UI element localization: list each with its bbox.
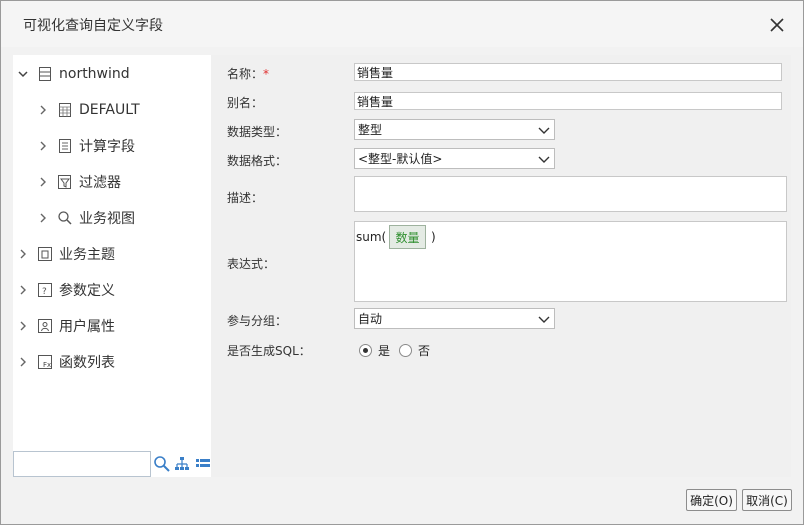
tree-view-icon[interactable] — [174, 456, 190, 472]
param-icon: ? — [37, 282, 53, 298]
chevron-right-icon[interactable] — [37, 176, 49, 188]
user-attr-icon — [37, 318, 53, 334]
required-marker: * — [263, 67, 270, 81]
chevron-right-icon[interactable] — [37, 104, 49, 116]
close-icon — [770, 18, 784, 32]
alias-label: 别名： — [227, 96, 264, 110]
tree-node-label: 参数定义 — [59, 283, 115, 299]
chevron-down-icon[interactable] — [17, 68, 29, 80]
cancel-button[interactable]: 取消(C) — [742, 489, 792, 511]
radio-unchecked-icon — [399, 344, 412, 357]
dialog: 可视化查询自定义字段 northwind DEFAULT 计算字段 过滤器 业务… — [0, 0, 804, 525]
ok-button[interactable]: 确定(O) — [686, 489, 737, 511]
expression-function: sum( — [356, 230, 387, 244]
sql-no-label: 否 — [418, 344, 431, 358]
dialog-body: northwind DEFAULT 计算字段 过滤器 业务视图 业务主题 ? 参… — [13, 55, 791, 477]
data-type-value: 整型 — [358, 123, 383, 137]
tree-node-business-topics[interactable]: 业务主题 — [17, 242, 115, 266]
function-icon: Fx — [37, 354, 53, 370]
data-type-label: 数据类型： — [227, 125, 288, 139]
data-format-value: <整型-默认值> — [358, 152, 443, 166]
tree-search-input[interactable] — [13, 451, 151, 477]
sql-yes-radio[interactable]: 是 — [359, 342, 390, 359]
dialog-title: 可视化查询自定义字段 — [23, 18, 163, 34]
topic-icon — [37, 246, 53, 262]
data-format-select[interactable]: <整型-默认值> — [354, 148, 555, 169]
tree-node-user-attributes[interactable]: 用户属性 — [17, 314, 115, 338]
tree-node-label: 过滤器 — [79, 175, 121, 191]
chevron-right-icon[interactable] — [17, 248, 29, 260]
group-label: 参与分组： — [227, 314, 288, 328]
search-icon — [57, 210, 73, 226]
filter-icon — [57, 174, 73, 190]
chevron-down-icon — [538, 316, 550, 323]
field-form: 名称：* 别名： 数据类型： 整型 数据格式： <整型-默认值> 描述： 表达式… — [213, 55, 791, 477]
expression-close-paren: ) — [431, 230, 436, 244]
name-label: 名称：* — [227, 67, 270, 81]
expression-editor[interactable]: sum( 数量 ) — [354, 221, 787, 302]
data-type-select[interactable]: 整型 — [354, 119, 555, 140]
tree-node-label: 业务主题 — [59, 247, 115, 263]
name-input[interactable] — [354, 63, 782, 81]
search-icon[interactable] — [153, 455, 171, 473]
tree-node-label: 业务视图 — [79, 211, 135, 227]
chevron-down-icon — [538, 127, 550, 134]
tree-node-filters[interactable]: 过滤器 — [37, 170, 121, 194]
tree-node-label: DEFAULT — [79, 102, 140, 118]
close-button[interactable] — [765, 13, 789, 37]
description-label: 描述： — [227, 191, 264, 205]
expression-field-token[interactable]: 数量 — [389, 225, 426, 249]
chevron-right-icon[interactable] — [17, 356, 29, 368]
table-icon — [57, 102, 73, 118]
sql-no-radio[interactable]: 否 — [399, 342, 430, 359]
tree-node-calc-fields[interactable]: 计算字段 — [37, 134, 135, 158]
data-format-label: 数据格式： — [227, 154, 288, 168]
expression-label: 表达式： — [227, 257, 276, 271]
svg-text:Fx: Fx — [43, 361, 51, 369]
svg-text:?: ? — [42, 287, 47, 297]
tree-node-parameters[interactable]: ? 参数定义 — [17, 278, 115, 302]
tree-node-default[interactable]: DEFAULT — [37, 98, 140, 122]
sql-yes-label: 是 — [378, 344, 391, 358]
resource-tree-panel: northwind DEFAULT 计算字段 过滤器 业务视图 业务主题 ? 参… — [13, 55, 211, 477]
list-view-icon[interactable] — [195, 456, 211, 472]
tree-node-label: 计算字段 — [79, 139, 135, 155]
group-value: 自动 — [358, 312, 383, 326]
sql-label: 是否生成SQL： — [227, 344, 311, 358]
tree-node-label: northwind — [59, 66, 130, 82]
alias-input[interactable] — [354, 92, 782, 110]
group-select[interactable]: 自动 — [354, 308, 555, 329]
chevron-right-icon[interactable] — [17, 320, 29, 332]
tree-node-label: 函数列表 — [59, 355, 115, 371]
tree-node-label: 用户属性 — [59, 319, 115, 335]
chevron-right-icon[interactable] — [17, 284, 29, 296]
radio-checked-icon — [359, 344, 372, 357]
chevron-down-icon — [538, 156, 550, 163]
description-textarea[interactable] — [354, 176, 787, 212]
tree-node-business-views[interactable]: 业务视图 — [37, 206, 135, 230]
tree-node-northwind[interactable]: northwind — [17, 62, 130, 86]
chevron-right-icon[interactable] — [37, 140, 49, 152]
chevron-right-icon[interactable] — [37, 212, 49, 224]
database-icon — [37, 66, 53, 82]
tree-node-functions[interactable]: Fx 函数列表 — [17, 350, 115, 374]
calc-field-icon — [57, 138, 73, 154]
title-bar: 可视化查询自定义字段 — [1, 1, 803, 47]
